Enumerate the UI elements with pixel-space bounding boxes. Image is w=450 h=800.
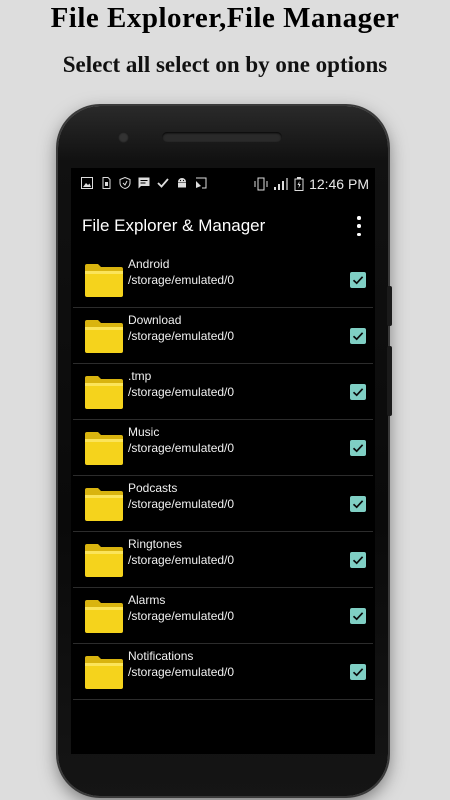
- folder-name: Notifications: [128, 649, 194, 663]
- vpn-shield-icon: [119, 177, 131, 189]
- select-checkbox[interactable]: [350, 440, 366, 456]
- folder-name: Podcasts: [128, 481, 178, 495]
- earpiece-speaker: [162, 132, 282, 142]
- sim-icon: [102, 177, 111, 189]
- checkmark-icon: [352, 276, 364, 285]
- select-checkbox[interactable]: [350, 384, 366, 400]
- list-item[interactable]: Download /storage/emulated/0: [73, 308, 373, 364]
- clock: 12:46 PM: [309, 176, 369, 192]
- promo-title: File Explorer,File Manager: [50, 2, 400, 34]
- check-icon: [157, 178, 169, 188]
- select-checkbox[interactable]: [350, 552, 366, 568]
- select-checkbox[interactable]: [350, 272, 366, 288]
- power-button: [387, 346, 392, 416]
- folder-path: /storage/emulated/0: [128, 273, 235, 287]
- android-icon: [178, 178, 186, 188]
- folder-name: Alarms: [128, 593, 166, 607]
- list-item[interactable]: Alarms /storage/emulated/0: [73, 588, 373, 644]
- list-item[interactable]: .tmp /storage/emulated/0: [73, 364, 373, 420]
- folder-name: Music: [128, 425, 160, 439]
- checkmark-icon: [352, 500, 364, 509]
- front-camera: [118, 132, 129, 143]
- checkmark-icon: [352, 668, 364, 677]
- more-vert-icon[interactable]: [355, 216, 363, 236]
- folder-name: .tmp: [128, 369, 152, 383]
- image-icon: [81, 177, 93, 189]
- folder-name: Download: [128, 313, 182, 327]
- folder-path: /storage/emulated/0: [128, 385, 235, 399]
- list-item[interactable]: Notifications /storage/emulated/0: [73, 644, 373, 700]
- checkmark-icon: [352, 444, 364, 453]
- app-bar: File Explorer & Manager: [71, 206, 375, 252]
- select-checkbox[interactable]: [350, 664, 366, 680]
- folder-icon: [84, 430, 124, 466]
- notification-icons: [81, 177, 207, 189]
- volume-button: [387, 286, 392, 326]
- folder-path: /storage/emulated/0: [128, 497, 235, 511]
- folder-name: Android: [128, 257, 170, 271]
- list-item[interactable]: Android /storage/emulated/0: [73, 252, 373, 308]
- system-icons: 12:46 PM: [254, 176, 369, 192]
- checkmark-icon: [352, 612, 364, 621]
- folder-path: /storage/emulated/0: [128, 609, 235, 623]
- signal-icon: [274, 178, 289, 190]
- list-item[interactable]: Music /storage/emulated/0: [73, 420, 373, 476]
- folder-icon: [84, 486, 124, 522]
- vibrate-icon: [254, 177, 268, 191]
- folder-path: /storage/emulated/0: [128, 553, 235, 567]
- folder-icon: [84, 262, 124, 298]
- cast-icon: [196, 177, 207, 189]
- select-checkbox[interactable]: [350, 328, 366, 344]
- phone-screen: 12:46 PM File Explorer & Manager Android…: [71, 168, 375, 754]
- checkmark-icon: [352, 388, 364, 397]
- folder-name: Ringtones: [128, 537, 183, 551]
- phone-frame: 12:46 PM File Explorer & Manager Android…: [58, 106, 392, 796]
- select-checkbox[interactable]: [350, 496, 366, 512]
- folder-path: /storage/emulated/0: [128, 441, 235, 455]
- folder-icon: [84, 318, 124, 354]
- list-item[interactable]: Ringtones /storage/emulated/0: [73, 532, 373, 588]
- app-title: File Explorer & Manager: [82, 216, 266, 235]
- message-icon: [138, 177, 150, 189]
- folder-icon: [84, 654, 124, 690]
- checkmark-icon: [352, 332, 364, 341]
- folder-icon: [84, 374, 124, 410]
- select-checkbox[interactable]: [350, 608, 366, 624]
- status-bar: 12:46 PM: [71, 168, 375, 200]
- folder-icon: [84, 598, 124, 634]
- folder-path: /storage/emulated/0: [128, 329, 235, 343]
- list-item[interactable]: Podcasts /storage/emulated/0: [73, 476, 373, 532]
- battery-icon: [294, 177, 304, 191]
- folder-path: /storage/emulated/0: [128, 665, 235, 679]
- promo-subtitle: Select all select on by one options: [62, 52, 388, 77]
- folder-list: Android /storage/emulated/0 Download /st…: [71, 252, 375, 700]
- folder-icon: [84, 542, 124, 578]
- checkmark-icon: [352, 556, 364, 565]
